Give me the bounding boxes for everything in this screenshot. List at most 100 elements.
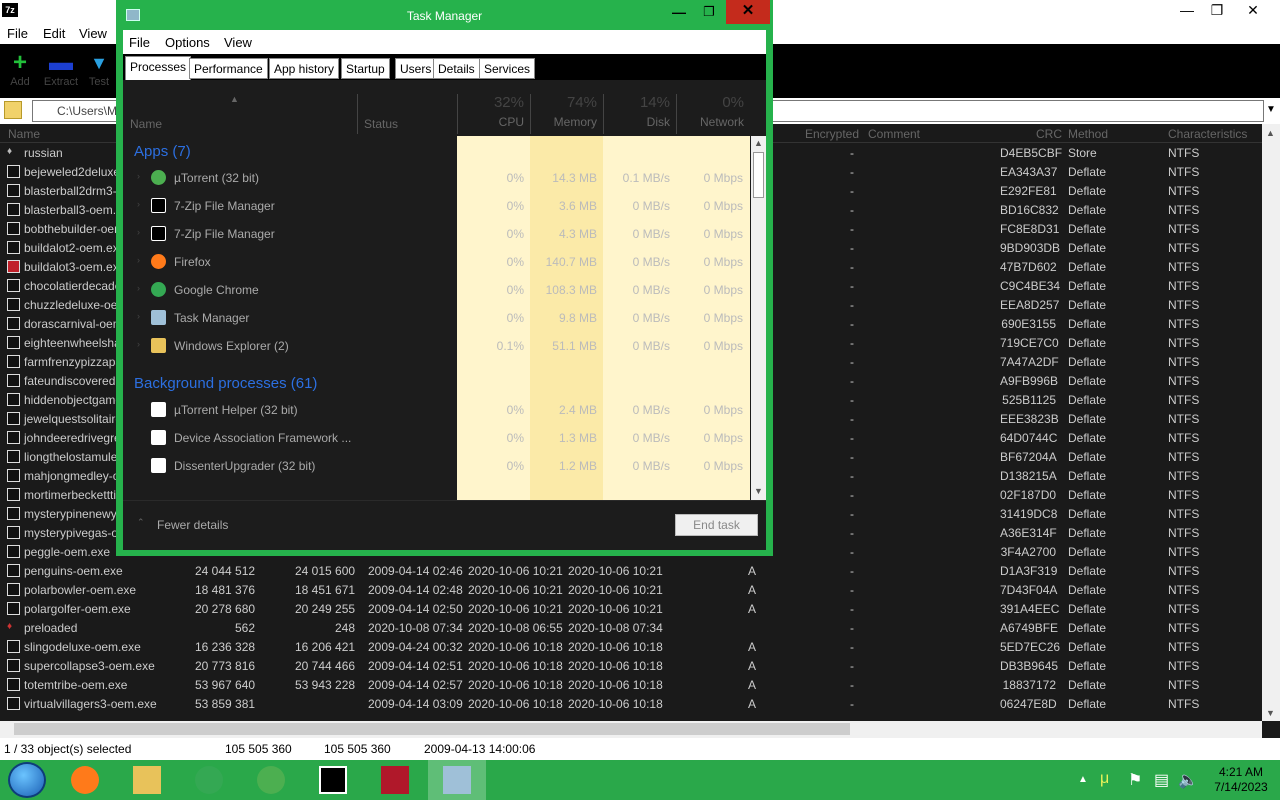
file-attr: A [748,564,757,578]
file-row[interactable]: polargolfer-oem.exe 20 278 680 20 249 255 2… [0,599,1262,618]
menu-view[interactable]: View [224,35,252,50]
tab-startup[interactable]: Startup [341,58,390,79]
close-button[interactable]: ✕ [726,0,770,24]
extract-button[interactable]: ▬ Extract [41,50,81,96]
minimize-button[interactable]: — [664,2,694,24]
tab-performance[interactable]: Performance [189,58,268,79]
volume-icon[interactable]: 🔈 [1178,770,1198,790]
clock[interactable]: 4:21 AM 7/14/2023 [1206,765,1276,795]
expand-icon[interactable]: › [137,339,140,349]
fewer-details-link[interactable]: Fewer details [157,518,228,532]
minimize-button[interactable]: — [1170,0,1204,22]
file-row[interactable]: ♦ preloaded 562 248 2020-10-08 07:34 2020-10-… [0,618,1262,637]
col-characteristics[interactable]: Characteristics [1168,127,1247,141]
file-row[interactable]: penguins-oem.exe 24 044 512 24 015 600 2009… [0,561,1262,580]
col-cpu[interactable]: 32% CPU [457,94,530,129]
menu-file[interactable]: File [129,35,150,50]
process-row[interactable]: Device Association Framework ... 0% 1.3 MB… [123,424,750,452]
expand-icon[interactable]: › [137,283,140,293]
file-ch: NTFS [1168,146,1200,160]
process-row[interactable]: › Firefox 0% 140.7 MB 0 MB/s 0 Mbps [123,248,750,276]
tab-services[interactable]: Services [479,58,536,79]
col-comment[interactable]: Comment [868,127,920,141]
tab-app-history[interactable]: App history [269,58,340,79]
col-network[interactable]: 0% Network [676,94,750,129]
file-row[interactable]: supercollapse3-oem.exe 20 773 816 20 744 4… [0,656,1262,675]
menu-file[interactable]: File [7,26,28,41]
expand-icon[interactable]: › [137,311,140,321]
flag-icon[interactable]: ⚑ [1128,770,1142,790]
scroll-up-icon[interactable]: ▲ [1266,128,1275,138]
col-encrypted[interactable]: Encrypted [805,127,859,141]
menu-edit[interactable]: Edit [43,26,65,41]
scroll-down-icon[interactable]: ▼ [754,486,763,496]
process-row[interactable]: › 7-Zip File Manager 0% 3.6 MB 0 MB/s 0 Mbps [123,192,750,220]
apps-group-header[interactable]: Apps (7) [123,136,750,164]
col-disk[interactable]: 14% Disk [603,94,676,129]
add-button[interactable]: + Add [0,50,40,96]
tab-details[interactable]: Details [433,58,480,79]
file-ch: NTFS [1168,336,1200,350]
taskbar-app[interactable] [180,760,238,800]
chevron-up-icon[interactable]: ⌃ [137,517,145,528]
taskbar-app[interactable] [428,760,486,800]
process-row[interactable]: › Windows Explorer (2) 0.1% 51.1 MB 0 MB/s 0 … [123,332,750,360]
close-button[interactable]: ✕ [1236,0,1270,22]
process-row[interactable]: DissenterUpgrader (32 bit) 0% 1.2 MB 0 MB/s… [123,452,750,480]
file-row[interactable]: polarbowler-oem.exe 18 481 376 18 451 671 2… [0,580,1262,599]
col-name[interactable]: Name [8,127,40,141]
expand-icon[interactable]: › [137,199,140,209]
start-button[interactable] [8,762,46,798]
up-folder-icon[interactable] [4,101,22,119]
maximize-button[interactable]: ❐ [1200,0,1234,22]
scroll-thumb[interactable] [753,152,764,198]
process-scrollbar[interactable]: ▲ ▼ [751,136,766,500]
col-memory[interactable]: 74% Memory [530,94,603,129]
file-method: Deflate [1068,336,1107,350]
show-hidden-icons-icon[interactable]: ▲ [1078,774,1088,785]
expand-icon[interactable]: › [137,171,140,181]
expand-icon[interactable]: › [137,255,140,265]
file-created: 2020-10-06 10:18 [468,659,563,673]
utorrent-tray-icon[interactable]: μ [1100,770,1109,788]
col-status[interactable]: Status [364,117,398,131]
test-button[interactable]: ▼ Test [82,50,116,96]
process-row[interactable]: › µTorrent (32 bit) 0% 14.3 MB 0.1 MB/s 0 Mbp… [123,164,750,192]
vertical-scrollbar[interactable]: ▲ ▼ [1262,124,1280,721]
file-row[interactable]: slingodeluxe-oem.exe 16 236 328 16 206 421… [0,637,1262,656]
background-group-header[interactable]: Background processes (61) [123,368,750,396]
menu-view[interactable]: View [79,26,107,41]
file-row[interactable]: virtualvillagers3-oem.exe 53 859 381 2009-… [0,694,1262,713]
horizontal-scroll-thumb[interactable] [14,723,850,735]
menu-options[interactable]: Options [165,35,210,50]
file-method: Deflate [1068,621,1107,635]
file-ch: NTFS [1168,545,1200,559]
network-icon[interactable]: ▤ [1154,770,1169,790]
expand-icon[interactable]: › [137,227,140,237]
end-task-button[interactable]: End task [675,514,758,536]
address-dropdown-icon[interactable]: ▼ [1266,104,1276,115]
file-crc: 18837172 [1002,678,1056,692]
taskbar-app[interactable] [304,760,362,800]
taskbar-app[interactable] [366,760,424,800]
maximize-button[interactable]: ❐ [694,2,724,24]
col-crc[interactable]: CRC [1036,127,1062,141]
taskbar-app[interactable] [56,760,114,800]
process-row[interactable]: › 7-Zip File Manager 0% 4.3 MB 0 MB/s 0 Mbps [123,220,750,248]
col-name[interactable]: Name [130,117,162,131]
process-row[interactable]: › Google Chrome 0% 108.3 MB 0 MB/s 0 Mbps [123,276,750,304]
file-crc: 690E3155 [1001,317,1056,331]
process-row[interactable]: › Task Manager 0% 9.8 MB 0 MB/s 0 Mbps [123,304,750,332]
file-row[interactable]: totemtribe-oem.exe 53 967 640 53 943 228 20… [0,675,1262,694]
col-method[interactable]: Method [1068,127,1108,141]
file-ch: NTFS [1168,241,1200,255]
horizontal-scrollbar[interactable] [0,721,1262,738]
taskbar-app[interactable] [242,760,300,800]
task-manager-titlebar[interactable]: Task Manager — ❐ ✕ [116,0,773,30]
scroll-down-icon[interactable]: ▼ [1266,708,1275,718]
tab-processes[interactable]: Processes [125,56,192,80]
taskbar-app[interactable] [118,760,176,800]
scroll-up-icon[interactable]: ▲ [754,138,763,148]
tab-users[interactable]: Users [395,58,437,79]
process-row[interactable]: µTorrent Helper (32 bit) 0% 2.4 MB 0 MB/s 0 … [123,396,750,424]
